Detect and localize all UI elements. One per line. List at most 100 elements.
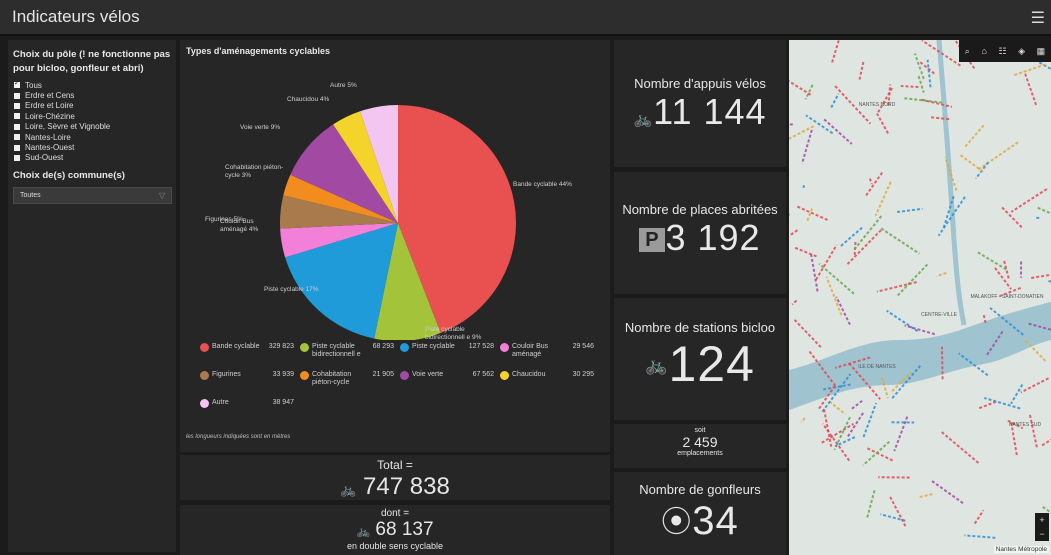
- pole-option[interactable]: Nantes-Loire: [14, 132, 176, 142]
- bike-route: [853, 215, 883, 251]
- total-value: 747 838: [363, 473, 450, 500]
- kpi-appuis-label: Nombre d'appuis vélos: [634, 76, 766, 91]
- kpi-abritees: Nombre de places abritées P3 192: [614, 172, 786, 294]
- bike-route: [796, 205, 828, 221]
- pole-option-label: Nantes-Ouest: [25, 143, 75, 153]
- bike-route: [896, 263, 929, 297]
- legend-item[interactable]: Cohabitation piéton-cycle 21 905: [300, 371, 398, 387]
- search-icon[interactable]: ⌕: [965, 46, 970, 57]
- chevron-down-icon: ▽: [158, 191, 165, 201]
- pole-option-label: Loire-Chézine: [25, 111, 75, 121]
- legend-item[interactable]: Couloir Bus aménagé 29 546: [500, 343, 598, 359]
- legend-value: 38 947: [272, 399, 294, 406]
- legend-item[interactable]: Bande cyclable 329 823: [200, 343, 298, 352]
- bike-route: [893, 416, 909, 452]
- bike-route: [1023, 71, 1038, 106]
- legend-value: 21 905: [372, 371, 394, 378]
- legend-label: Bande cyclable: [212, 343, 260, 350]
- commune-select[interactable]: Toutes ▽: [13, 187, 172, 205]
- map-district-label: NANTES NORD: [859, 102, 896, 108]
- checkbox[interactable]: [14, 79, 20, 89]
- bike-route: [900, 85, 919, 88]
- total-panel: Total = 🚲 747 838: [180, 455, 610, 500]
- emplacements-post: emplacements: [677, 450, 723, 457]
- legend-item[interactable]: Piste cyclable 127 528: [400, 343, 498, 352]
- legend-label: Cohabitation piéton-cycle: [312, 371, 352, 386]
- bike-route: [858, 61, 865, 81]
- legend-label: Figurines: [212, 371, 241, 378]
- commune-filter-title: Choix de(s) commune(s): [13, 170, 125, 182]
- bike-route: [876, 112, 889, 134]
- bike-route: [930, 479, 964, 504]
- bike-route: [941, 431, 980, 465]
- map-toolbar: ⌕ ⌂ ☷ ◈ ▦: [959, 40, 1051, 62]
- checkbox[interactable]: [14, 134, 20, 141]
- bike-route: [1041, 438, 1051, 447]
- zoom-in-button[interactable]: +: [1035, 513, 1049, 527]
- legend-item[interactable]: Chaucidou 30 295: [500, 371, 598, 380]
- pole-filter-title: Choix du pôle (! ne fonctionne pas pour …: [13, 49, 171, 74]
- pole-option[interactable]: Loire, Sèvre et Vignoble: [14, 122, 176, 132]
- pole-option-label: Sud-Ouest: [25, 153, 64, 163]
- bike-route: [830, 93, 840, 108]
- bike-route: [977, 400, 997, 410]
- bike-route: [1012, 63, 1046, 77]
- home-icon[interactable]: ⌂: [981, 46, 986, 56]
- pole-option[interactable]: Erdre et Loire: [14, 101, 176, 111]
- kpi-gonfleurs-value: 34: [692, 499, 739, 543]
- pole-option[interactable]: Sud-Ouest: [14, 153, 176, 163]
- map-credit: Nantes Métropole: [993, 546, 1049, 553]
- bike-route: [818, 263, 855, 295]
- zoom-out-button[interactable]: −: [1035, 527, 1049, 541]
- bike-route: [866, 488, 876, 518]
- pole-option[interactable]: Erdre et Cens: [14, 90, 176, 100]
- kpi-bicloo-label: Nombre de stations bicloo: [624, 320, 776, 335]
- legend-swatch: [200, 371, 209, 380]
- checkbox[interactable]: [14, 113, 20, 120]
- bicycle-icon: 🚲: [356, 526, 371, 538]
- checkbox[interactable]: [14, 123, 20, 130]
- target-icon: ⦿: [661, 506, 693, 539]
- layers-icon[interactable]: ◈: [1018, 46, 1025, 57]
- pole-option[interactable]: Loire-Chézine: [14, 111, 176, 121]
- pole-option-label: Loire, Sèvre et Vignoble: [25, 122, 111, 132]
- pole-option[interactable]: Nantes-Ouest: [14, 142, 176, 152]
- checkbox[interactable]: [14, 144, 20, 151]
- map-canvas[interactable]: NANTES NORD MALAKOFF - SAINT-DONATIEN CENT…: [789, 40, 1051, 555]
- bike-route: [835, 296, 851, 326]
- pie-slice-label: Piste cyclable 17%: [264, 286, 319, 293]
- app-title: Indicateurs vélos: [12, 7, 140, 26]
- legend-item[interactable]: Figurines 33 939: [200, 371, 298, 380]
- checkbox[interactable]: [14, 92, 20, 99]
- legend-value: 29 546: [572, 343, 594, 350]
- bike-route: [904, 324, 936, 336]
- legend-item[interactable]: Voie verte 67 562: [400, 371, 498, 380]
- pole-option-label: Erdre et Loire: [25, 101, 74, 111]
- bike-route: [1010, 188, 1048, 213]
- list-icon[interactable]: ☷: [998, 46, 1006, 57]
- legend-swatch: [400, 343, 409, 352]
- basemap-icon[interactable]: ▦: [1037, 46, 1046, 57]
- legend-swatch: [200, 343, 209, 352]
- checkbox[interactable]: [14, 154, 20, 161]
- bike-route: [804, 84, 814, 100]
- pole-option-label: Nantes-Loire: [25, 132, 71, 142]
- legend-label: Autre: [212, 399, 229, 406]
- bike-route: [851, 399, 864, 410]
- bike-route: [800, 417, 806, 423]
- pie-slice-label: Autre 5%: [330, 82, 357, 89]
- emplacements-value: 2 459: [682, 434, 718, 450]
- bike-route: [825, 276, 843, 316]
- bike-route: [959, 154, 985, 174]
- bike-route: [994, 267, 1012, 290]
- legend-item[interactable]: Piste cyclable bidirectionnell e 68 293: [300, 343, 398, 359]
- hamburger-icon[interactable]: ☰: [1031, 8, 1045, 28]
- legend-item[interactable]: Autre 38 947: [200, 399, 298, 408]
- map-view[interactable]: NANTES NORD MALAKOFF - SAINT-DONATIEN CENT…: [789, 40, 1051, 555]
- pole-option[interactable]: Tous: [14, 79, 176, 90]
- legend-label: Piste cyclable: [412, 343, 455, 350]
- pie-slice-label: Bande cyclable 44%: [513, 181, 572, 188]
- checkbox[interactable]: [14, 102, 20, 109]
- bike-route: [877, 85, 894, 113]
- bike-route: [791, 299, 798, 306]
